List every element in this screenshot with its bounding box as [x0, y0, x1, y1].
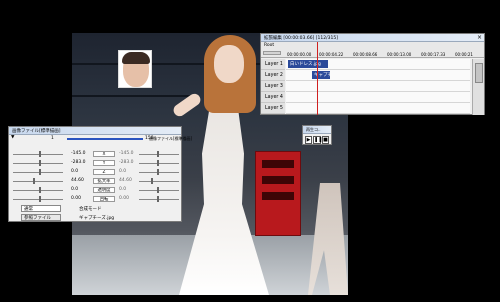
slider-knob[interactable]: [157, 196, 159, 202]
param-value-right[interactable]: 44.60: [119, 178, 132, 183]
object-properties-window[interactable]: 画像ファイル[標準描画] ▼ 1 158 画像ファイル[標準描画] -145.0…: [8, 126, 192, 222]
track-layer-4[interactable]: [286, 92, 470, 103]
param-value-left[interactable]: -283.0: [71, 160, 86, 165]
param-value-right[interactable]: 0.00: [119, 196, 129, 201]
frame-range-bar[interactable]: [67, 138, 143, 140]
slider-knob[interactable]: [39, 169, 41, 175]
timecode: 00:00:08.66: [353, 52, 378, 57]
close-icon[interactable]: ×: [477, 34, 482, 41]
props-titlebar[interactable]: 画像ファイル[標準描画]: [9, 127, 181, 135]
param-value-right[interactable]: -145.0: [119, 151, 134, 156]
timeline-ruler[interactable]: Root 00:00:00.00 00:00:04.22 00:00:08.66…: [261, 42, 484, 58]
timeline-clip[interactable]: ギャプチ: [312, 71, 330, 79]
param-name[interactable]: X: [93, 151, 115, 157]
param-row-y: -283.0 Y -283.0: [9, 159, 181, 167]
slider-knob[interactable]: [157, 160, 159, 166]
timeline-titlebar[interactable]: 拡張編集 [00:00:03.66] [112/315] ×: [261, 34, 484, 42]
play-control-window[interactable]: 再生コ.. ▶ ❚❚ ■: [302, 125, 332, 145]
param-row-z: 0.0 Z 0.0: [9, 168, 181, 176]
param-name[interactable]: 拡大率: [93, 178, 115, 184]
background-doll: [308, 183, 348, 295]
file-name-label: ギャプチーズ.jpg: [79, 216, 115, 221]
slider-knob[interactable]: [39, 151, 41, 157]
reference-file-button[interactable]: 参照ファイル: [21, 214, 61, 221]
face-overlay-image[interactable]: [118, 50, 152, 88]
play-button[interactable]: ▶: [305, 136, 312, 144]
frame-range-row: ▼ 1 158 画像ファイル[標準描画]: [9, 135, 192, 143]
param-value-right[interactable]: 0.0: [119, 169, 126, 174]
track-layer-1[interactable]: 白いドレス.jpg: [286, 59, 470, 70]
param-name[interactable]: 回転: [93, 196, 115, 202]
layer-list: Layer 1 Layer 2 Layer 3 Layer 4 Layer 5: [261, 59, 285, 114]
timecode: 00:00:13.00: [387, 52, 412, 57]
param-name[interactable]: 透明度: [93, 187, 115, 193]
frame-start: 1: [51, 136, 54, 141]
param-value-left[interactable]: -145.0: [71, 151, 86, 156]
props-title: 画像ファイル[標準描画]: [12, 129, 61, 134]
layer-tracks[interactable]: 白いドレス.jpg ギャプチ: [286, 59, 470, 114]
shelf-line: [72, 95, 192, 97]
param-value-right[interactable]: -283.0: [119, 160, 134, 165]
layer-label[interactable]: Layer 1: [261, 59, 285, 70]
pause-button[interactable]: ❚❚: [313, 136, 322, 144]
timecode: 00:00:04.22: [319, 52, 344, 57]
param-value-right[interactable]: 0.0: [119, 187, 126, 192]
param-value-left[interactable]: 0.00: [71, 196, 81, 201]
blend-mode-label: 合成モード: [79, 207, 102, 212]
layer-label[interactable]: Layer 2: [261, 70, 285, 81]
param-value-left[interactable]: 0.0: [71, 187, 78, 192]
doll-face: [214, 45, 244, 83]
track-layer-2[interactable]: ギャプチ: [286, 70, 470, 81]
layer-label[interactable]: Layer 3: [261, 81, 285, 92]
red-phone-booth: [255, 151, 301, 236]
blend-mode-select[interactable]: 通常: [21, 205, 61, 212]
timeline-title: 拡張編集 [00:00:03.66] [112/315]: [264, 36, 338, 41]
dropdown-icon[interactable]: ▼: [11, 135, 14, 140]
root-label: Root: [264, 43, 275, 48]
track-layer-3[interactable]: [286, 81, 470, 92]
param-name[interactable]: Z: [93, 169, 115, 175]
layer-label[interactable]: Layer 4: [261, 92, 285, 103]
slider-knob[interactable]: [157, 169, 159, 175]
stop-button[interactable]: ■: [322, 136, 329, 144]
slider-knob[interactable]: [39, 187, 41, 193]
slider-knob[interactable]: [39, 196, 41, 202]
vertical-scrollbar[interactable]: [472, 59, 484, 115]
track-layer-5[interactable]: [286, 103, 470, 114]
play-control-title: 再生コ..: [306, 127, 321, 132]
play-control-titlebar[interactable]: 再生コ..: [303, 126, 331, 134]
slider-knob[interactable]: [157, 151, 159, 157]
slider-knob[interactable]: [33, 178, 35, 184]
slider-knob[interactable]: [157, 187, 159, 193]
zoom-scrollbar[interactable]: [263, 51, 281, 55]
timecode: 00:00:21: [455, 52, 473, 57]
timecode: 00:00:00.00: [287, 52, 312, 57]
timecode: 00:00:17.33: [421, 52, 446, 57]
param-row-x: -145.0 X -145.0: [9, 150, 181, 158]
timeline-clip[interactable]: 白いドレス.jpg: [288, 60, 328, 68]
playhead[interactable]: [317, 42, 318, 115]
param-value-left[interactable]: 0.0: [71, 169, 78, 174]
param-row-scale: 44.60 拡大率 44.60: [9, 177, 181, 185]
slider-knob[interactable]: [39, 160, 41, 166]
param-row-rotation: 0.00 回転 0.00: [9, 195, 181, 203]
timeline-window[interactable]: 拡張編集 [00:00:03.66] [112/315] × Root 00:0…: [260, 33, 485, 115]
param-name[interactable]: Y: [93, 160, 115, 166]
param-value-left[interactable]: 44.60: [71, 178, 84, 183]
slider-knob[interactable]: [151, 178, 153, 184]
layer-label[interactable]: Layer 5: [261, 103, 285, 114]
enable-toggle[interactable]: 画像ファイル[標準描画]: [149, 136, 192, 142]
param-row-opacity: 0.0 透明度 0.0: [9, 186, 181, 194]
